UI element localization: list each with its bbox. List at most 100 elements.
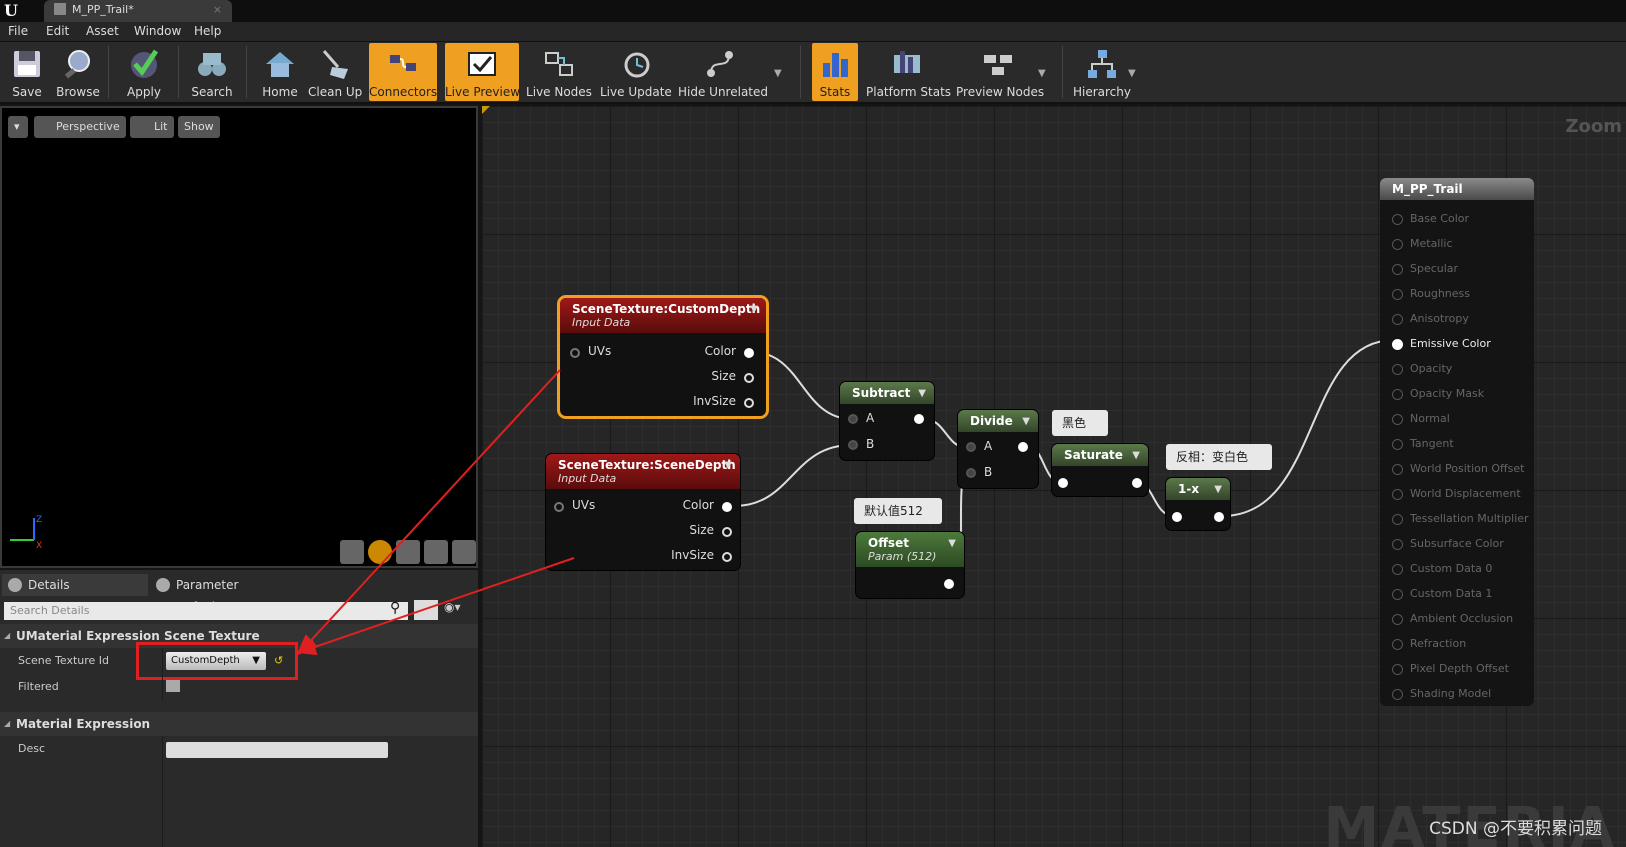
hierarchy-dropdown-icon[interactable]: ▼: [1128, 68, 1136, 79]
color-output-pin[interactable]: [722, 502, 732, 512]
show-button[interactable]: Show: [178, 116, 220, 138]
uvs-input-pin[interactable]: [570, 348, 580, 358]
collapse-arrow-icon[interactable]: ▼: [750, 304, 758, 315]
node-saturate[interactable]: Saturate ▼: [1052, 444, 1148, 496]
collapse-arrow-icon[interactable]: ▼: [918, 388, 926, 399]
apply-button[interactable]: Apply: [118, 43, 170, 101]
filtered-checkbox[interactable]: [166, 680, 180, 692]
collapse-arrow-icon[interactable]: ▼: [1214, 484, 1222, 495]
pin-opacity[interactable]: Opacity: [1392, 362, 1452, 375]
lit-button[interactable]: Lit: [130, 116, 174, 138]
collapse-arrow-icon[interactable]: ▼: [1132, 450, 1140, 461]
teapot-shape-icon[interactable]: [452, 540, 476, 564]
pin-roughness[interactable]: Roughness: [1392, 287, 1470, 300]
comment-default-512[interactable]: 默认值512: [854, 498, 942, 524]
live-update-button[interactable]: Live Update: [600, 43, 672, 101]
invsize-output-pin[interactable]: [722, 552, 732, 562]
node-offset[interactable]: Offset Param (512) ▼: [856, 532, 964, 598]
output-pin[interactable]: [1018, 442, 1028, 452]
pin-subsurface-color[interactable]: Subsurface Color: [1392, 537, 1504, 550]
node-divide[interactable]: Divide ▼ A B: [958, 410, 1038, 488]
eye-icon[interactable]: ◉▾: [444, 600, 461, 614]
live-nodes-button[interactable]: Live Nodes: [526, 43, 592, 101]
pin-shading-model[interactable]: Shading Model: [1392, 687, 1491, 700]
pin-opacity-mask[interactable]: Opacity Mask: [1392, 387, 1484, 400]
collapse-arrow-icon[interactable]: ▼: [724, 460, 732, 471]
size-output-pin[interactable]: [744, 373, 754, 383]
hide-unrelated-button[interactable]: Hide Unrelated: [678, 43, 768, 101]
cylinder-shape-icon[interactable]: [340, 540, 364, 564]
hierarchy-button[interactable]: Hierarchy: [1072, 43, 1132, 101]
connectors-button[interactable]: Connectors: [369, 43, 437, 101]
cube-shape-icon[interactable]: [424, 540, 448, 564]
search-button[interactable]: Search: [186, 43, 238, 101]
save-button[interactable]: Save: [4, 43, 50, 101]
output-pin[interactable]: [1132, 478, 1142, 488]
node-scene-depth[interactable]: SceneTexture:SceneDepth Input Data ▼ UVs C…: [546, 454, 740, 570]
plane-shape-icon[interactable]: [396, 540, 420, 564]
pin-custom-data-1[interactable]: Custom Data 1: [1392, 587, 1492, 600]
pin-refraction[interactable]: Refraction: [1392, 637, 1466, 650]
menu-file[interactable]: File: [8, 24, 28, 38]
pin-base-color[interactable]: Base Color: [1392, 212, 1469, 225]
pin-tessellation-multiplier[interactable]: Tessellation Multiplier: [1392, 512, 1529, 525]
size-output-pin[interactable]: [722, 527, 732, 537]
node-one-minus[interactable]: 1-x ▼: [1166, 478, 1230, 530]
pin-custom-data-0[interactable]: Custom Data 0: [1392, 562, 1492, 575]
comment-invert[interactable]: 反相：变白色: [1166, 444, 1272, 470]
pin-emissive-color[interactable]: Emissive Color: [1392, 337, 1491, 350]
browse-button[interactable]: Browse: [54, 43, 102, 101]
viewport-options-button[interactable]: ▾: [8, 116, 28, 138]
live-preview-button[interactable]: Live Preview: [445, 43, 520, 101]
output-pin[interactable]: [914, 414, 924, 424]
invsize-output-pin[interactable]: [744, 398, 754, 408]
sphere-shape-icon[interactable]: [368, 540, 392, 564]
menu-window[interactable]: Window: [134, 24, 181, 38]
preview-nodes-dropdown-icon[interactable]: ▼: [1038, 68, 1046, 79]
pin-world-position-offset[interactable]: World Position Offset: [1392, 462, 1524, 475]
node-custom-depth[interactable]: SceneTexture:CustomDepth Input Data ▼ UVs …: [560, 298, 766, 416]
menu-help[interactable]: Help: [194, 24, 221, 38]
pin-world-displacement[interactable]: World Displacement: [1392, 487, 1521, 500]
desc-input[interactable]: [166, 742, 388, 758]
output-pin[interactable]: [1214, 512, 1224, 522]
b-input-pin[interactable]: [848, 440, 858, 450]
document-tab[interactable]: M_PP_Trail* ×: [44, 0, 232, 22]
collapse-arrow-icon[interactable]: ▼: [1022, 416, 1030, 427]
preview-nodes-button[interactable]: Preview Nodes: [956, 43, 1044, 101]
pin-pixel-depth-offset[interactable]: Pixel Depth Offset: [1392, 662, 1509, 675]
a-input-pin[interactable]: [966, 442, 976, 452]
tab-parameter-defaults[interactable]: Parameter Defaults: [150, 574, 280, 614]
pin-ambient-occlusion[interactable]: Ambient Occlusion: [1392, 612, 1513, 625]
pin-anisotropy[interactable]: Anisotropy: [1392, 312, 1469, 325]
menu-edit[interactable]: Edit: [46, 24, 69, 38]
input-pin[interactable]: [1058, 478, 1068, 488]
color-output-pin[interactable]: [744, 348, 754, 358]
search-details-input[interactable]: Search Details: [4, 602, 408, 620]
uvs-input-pin[interactable]: [554, 502, 564, 512]
clean-up-button[interactable]: Clean Up: [308, 43, 362, 101]
tab-details[interactable]: Details: [2, 574, 148, 596]
pin-metallic[interactable]: Metallic: [1392, 237, 1453, 250]
close-tab-icon[interactable]: ×: [213, 0, 222, 20]
node-subtract[interactable]: Subtract ▼ A B: [840, 382, 934, 460]
pin-normal[interactable]: Normal: [1392, 412, 1450, 425]
material-graph[interactable]: Zoom SceneTexture:CustomDepth Input Data ▼…: [482, 106, 1626, 847]
preview-viewport[interactable]: ▾ Perspective Lit Show ZX: [0, 106, 478, 568]
output-pin[interactable]: [944, 579, 954, 589]
menu-asset[interactable]: Asset: [86, 24, 119, 38]
home-button[interactable]: Home: [256, 43, 304, 101]
comment-black[interactable]: 黑色: [1052, 410, 1108, 436]
view-options-icon[interactable]: [414, 600, 438, 620]
pin-tangent[interactable]: Tangent: [1392, 437, 1454, 450]
pin-specular[interactable]: Specular: [1392, 262, 1458, 275]
toolbar-dropdown-arrow-icon[interactable]: ▼: [774, 68, 782, 79]
category-material-expression[interactable]: Material Expression: [0, 712, 478, 736]
input-pin[interactable]: [1172, 512, 1182, 522]
platform-stats-button[interactable]: Platform Stats: [866, 43, 951, 101]
stats-button[interactable]: Stats: [812, 43, 858, 101]
node-material-output[interactable]: M_PP_Trail Base Color Metallic Specular …: [1380, 178, 1534, 706]
perspective-button[interactable]: Perspective: [34, 116, 126, 138]
a-input-pin[interactable]: [848, 414, 858, 424]
b-input-pin[interactable]: [966, 468, 976, 478]
